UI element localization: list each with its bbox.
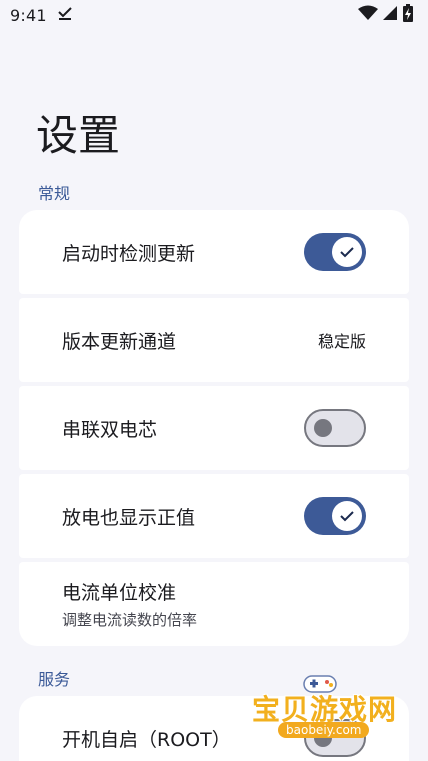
setting-label: 放电也显示正值	[62, 506, 196, 529]
section-header-general: 常规	[38, 184, 71, 203]
setting-series-dual-cell[interactable]: 串联双电芯	[19, 386, 409, 470]
switch-thumb	[314, 419, 332, 437]
check-update-switch[interactable]	[304, 233, 366, 271]
watermark-logo: 宝贝游戏网 baobeiy.com	[252, 672, 402, 752]
dual-cell-switch[interactable]	[304, 409, 366, 447]
setting-current-calibration[interactable]: 电流单位校准 调整电流读数的倍率	[19, 562, 409, 646]
switch-thumb	[332, 237, 362, 267]
setting-discharge-positive[interactable]: 放电也显示正值	[19, 474, 409, 558]
battery-charging-icon	[402, 4, 414, 26]
wifi-icon	[358, 5, 378, 25]
discharge-positive-switch[interactable]	[304, 497, 366, 535]
check-icon	[340, 511, 354, 522]
setting-check-update-on-start[interactable]: 启动时检测更新	[19, 210, 409, 294]
setting-label: 版本更新通道	[62, 330, 177, 353]
update-channel-value: 稳定版	[317, 332, 366, 351]
settings-screen: 9:41 设置 常规 启动时检测更新 版本更新通道 稳定版 串联双电芯 放电也显…	[0, 0, 428, 761]
setting-update-channel[interactable]: 版本更新通道 稳定版	[19, 298, 409, 382]
section-header-service: 服务	[38, 670, 71, 689]
check-icon	[340, 247, 354, 258]
setting-label: 开机自启（ROOT）	[62, 728, 231, 751]
setting-label: 串联双电芯	[62, 418, 158, 441]
setting-label: 启动时检测更新	[62, 242, 196, 265]
status-bar: 9:41	[0, 0, 428, 30]
status-time: 9:41	[10, 5, 47, 25]
status-right	[358, 4, 414, 26]
watermark-url: baobeiy.com	[278, 722, 370, 738]
status-left: 9:41	[10, 5, 73, 25]
setting-label: 电流单位校准	[62, 582, 177, 604]
switch-thumb	[332, 501, 362, 531]
cellular-signal-icon	[382, 5, 398, 25]
setting-text: 电流单位校准 调整电流读数的倍率	[62, 578, 197, 630]
setting-sublabel: 调整电流读数的倍率	[62, 611, 198, 629]
page-title: 设置	[36, 111, 121, 160]
download-done-icon	[57, 5, 73, 25]
